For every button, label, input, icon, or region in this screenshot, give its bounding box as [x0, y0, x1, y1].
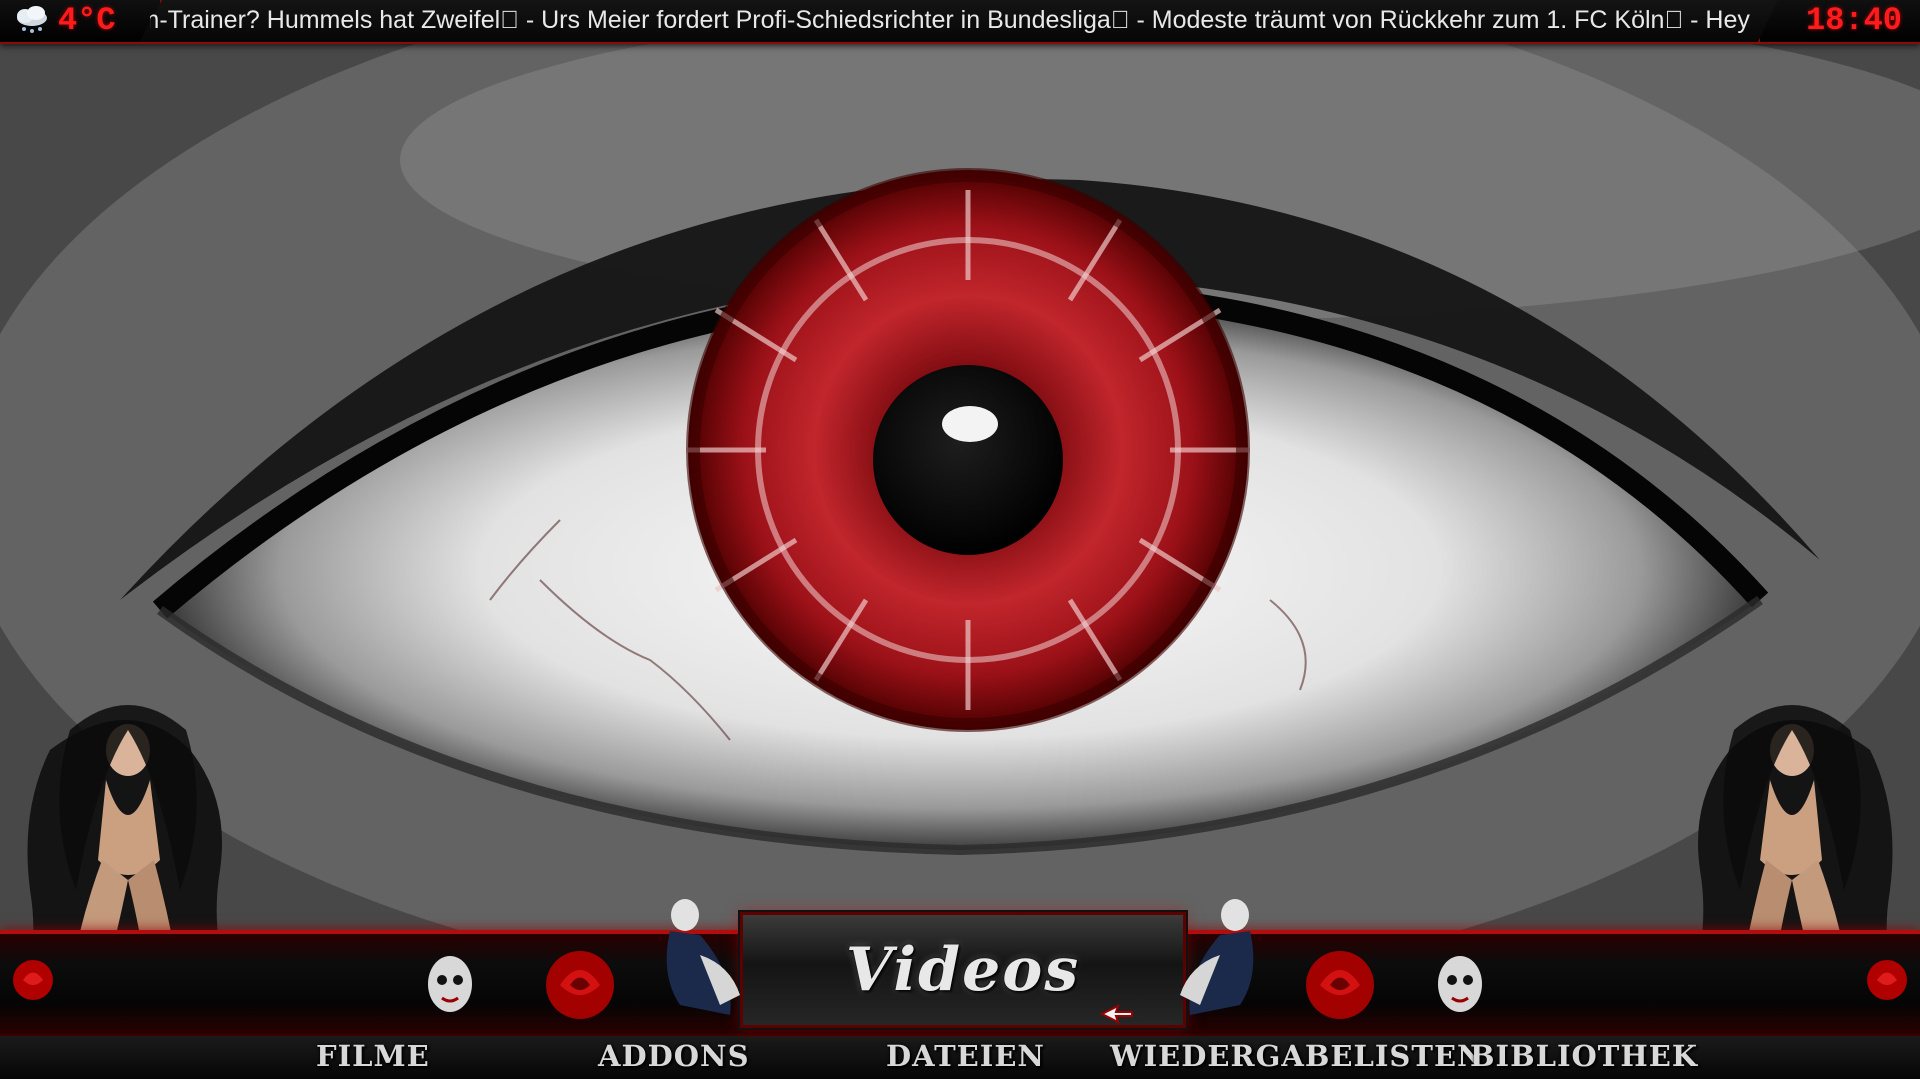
menu-item-wiedergabelisten[interactable]: WIEDERGABELISTEN: [1110, 1036, 1485, 1076]
rose-icon-far-right: [1867, 960, 1907, 1000]
news-ticker-text: ym-Trainer? Hummels hat Zweifel  - Urs M…: [150, 6, 1750, 34]
snow-cloud-icon: [17, 6, 47, 33]
news-ticker: ym-Trainer? Hummels hat Zweifel  - Urs M…: [150, 0, 1760, 42]
weather-widget[interactable]: 4°C: [0, 0, 162, 42]
menu-item-bibliothek[interactable]: BIBLIOTHEK: [1470, 1036, 1698, 1076]
seated-figure-icon-right: [1180, 899, 1254, 1015]
pointer-cursor-icon: [1100, 1004, 1133, 1024]
rose-icon-right: [1306, 951, 1374, 1019]
skull-mask-icon-left: [428, 956, 472, 1012]
top-bar: 4°C ym-Trainer? Hummels hat Zweifel  - U…: [0, 0, 1920, 44]
home-screen: 4°C ym-Trainer? Hummels hat Zweifel  - U…: [0, 0, 1920, 1079]
skull-mask-icon-right: [1438, 956, 1482, 1012]
clock-label: 18:40: [1805, 2, 1902, 39]
eye-background-art: [0, 40, 1920, 940]
rose-icon-far-left: [13, 960, 53, 1000]
temperature-label: 4°C: [58, 2, 116, 39]
rose-icon-left: [546, 951, 614, 1019]
menu-item-addons[interactable]: ADDONS: [598, 1036, 750, 1076]
clock-widget: 18:40: [1758, 0, 1920, 42]
menu-item-dateien[interactable]: DATEIEN: [886, 1036, 1045, 1076]
menu-item-filme[interactable]: FILME: [316, 1036, 430, 1076]
seated-figure-icon-left: [666, 899, 740, 1015]
